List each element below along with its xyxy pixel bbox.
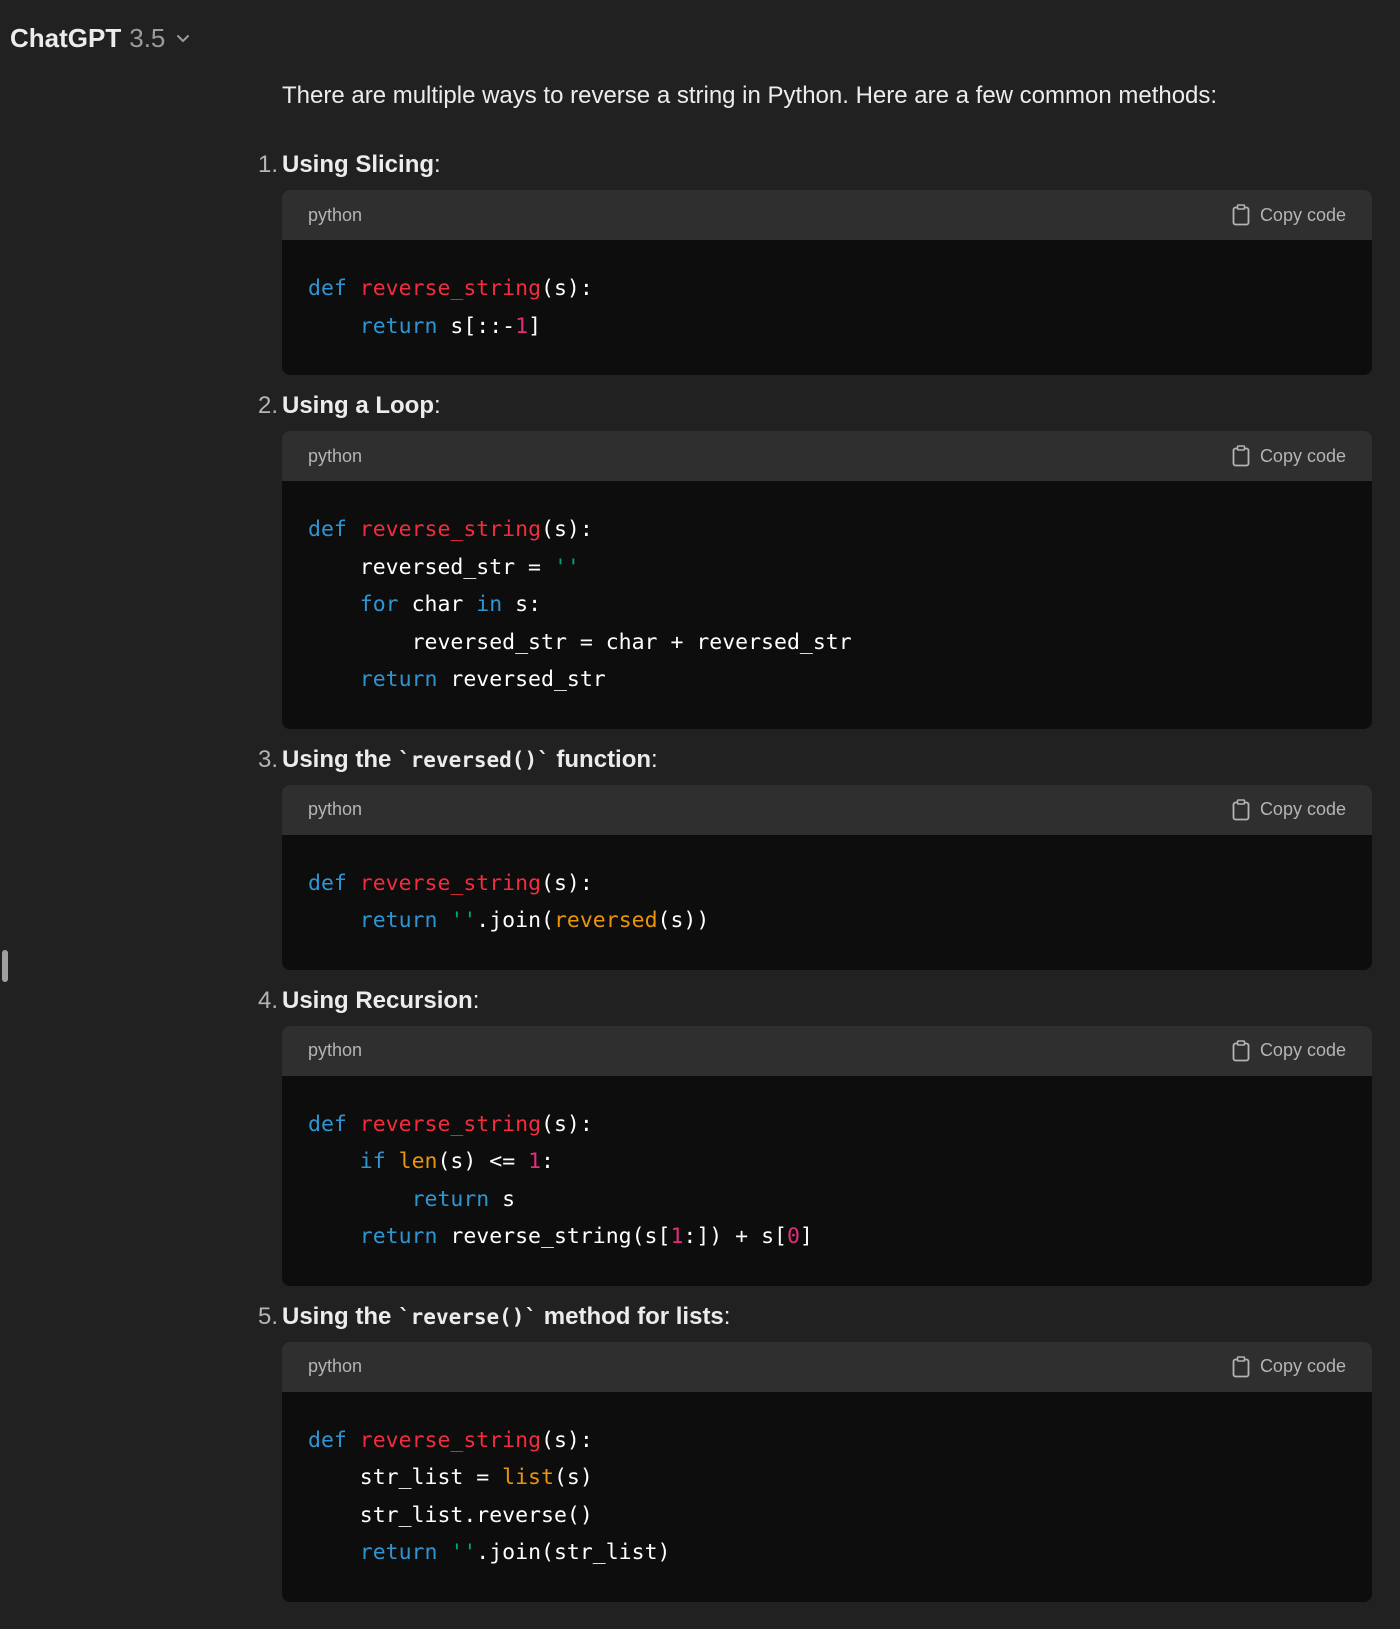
list-item-heading: 5. Using the `reverse()` method for list…	[258, 1292, 1372, 1342]
list-item: 1. Using Slicing: python Copy code def r…	[258, 140, 1372, 375]
code-header: python Copy code	[282, 190, 1372, 240]
list-item-heading: 1. Using Slicing:	[258, 140, 1372, 190]
model-version: 3.5	[129, 22, 166, 53]
code-block: python Copy code def reverse_string(s): …	[282, 1341, 1372, 1602]
list-item: 2. Using a Loop: python Copy code def re…	[258, 381, 1372, 729]
copy-code-label: Copy code	[1259, 204, 1346, 225]
clipboard-icon	[1232, 445, 1250, 467]
list-number: 3.	[258, 745, 279, 773]
item-title: Using Recursion:	[282, 986, 480, 1014]
copy-code-label: Copy code	[1259, 1040, 1346, 1060]
clipboard-icon	[1232, 204, 1250, 226]
sidebar-resize-handle[interactable]	[2, 950, 8, 982]
list-item: 3. Using the `reversed()` function: pyth…	[258, 735, 1372, 970]
copy-code-label: Copy code	[1259, 1356, 1346, 1376]
list-number: 5.	[258, 1302, 279, 1330]
code-content[interactable]: def reverse_string(s): if len(s) <= 1: r…	[282, 1076, 1372, 1286]
code-block: python Copy code def reverse_string(s): …	[282, 1025, 1372, 1286]
copy-code-button[interactable]: Copy code	[1232, 1355, 1346, 1378]
code-header: python Copy code	[282, 1025, 1372, 1076]
item-title: Using the `reversed()` function:	[282, 745, 658, 773]
code-header: python Copy code	[282, 431, 1372, 481]
list-item-heading: 3. Using the `reversed()` function:	[258, 735, 1372, 785]
clipboard-icon	[1232, 798, 1250, 820]
code-block: python Copy code def reverse_string(s): …	[282, 431, 1372, 729]
list-number: 4.	[258, 986, 279, 1014]
copy-code-button[interactable]: Copy code	[1232, 1039, 1346, 1062]
clipboard-icon	[1232, 1355, 1250, 1377]
list-item-heading: 4. Using Recursion:	[258, 976, 1372, 1026]
assistant-message: There are multiple ways to reverse a str…	[258, 74, 1372, 1608]
list-item-heading: 2. Using a Loop:	[258, 381, 1372, 431]
code-language: python	[308, 799, 363, 819]
chevron-down-icon	[175, 30, 191, 46]
code-header: python Copy code	[282, 784, 1372, 835]
list-item: 5. Using the `reverse()` method for list…	[258, 1292, 1372, 1602]
copy-code-label: Copy code	[1259, 799, 1346, 819]
copy-code-label: Copy code	[1259, 445, 1346, 466]
copy-code-button[interactable]: Copy code	[1232, 445, 1346, 467]
list-number: 2.	[258, 392, 279, 419]
model-selector[interactable]: ChatGPT 3.5	[10, 18, 191, 58]
item-title: Using Slicing:	[282, 151, 441, 178]
code-block: python Copy code def reverse_string(s): …	[282, 190, 1372, 375]
item-title: Using the `reverse()` method for lists:	[282, 1302, 731, 1330]
copy-code-button[interactable]: Copy code	[1232, 204, 1346, 226]
list-item: 4. Using Recursion: python Copy code def…	[258, 976, 1372, 1286]
code-content[interactable]: def reverse_string(s): return ''.join(re…	[282, 835, 1372, 970]
code-language: python	[308, 1356, 363, 1376]
intro-text: There are multiple ways to reverse a str…	[282, 82, 1218, 109]
code-language: python	[308, 204, 363, 225]
code-content[interactable]: def reverse_string(s): reversed_str = ''…	[282, 481, 1372, 729]
code-header: python Copy code	[282, 1341, 1372, 1392]
copy-code-button[interactable]: Copy code	[1232, 798, 1346, 821]
code-language: python	[308, 445, 363, 466]
code-block: python Copy code def reverse_string(s): …	[282, 784, 1372, 970]
code-content[interactable]: def reverse_string(s): return s[::-1]	[282, 240, 1372, 375]
item-title: Using a Loop:	[282, 392, 441, 419]
clipboard-icon	[1232, 1039, 1250, 1061]
app-title: ChatGPT	[10, 22, 122, 53]
code-content[interactable]: def reverse_string(s): str_list = list(s…	[282, 1392, 1372, 1602]
list-number: 1.	[258, 151, 279, 178]
code-language: python	[308, 1040, 363, 1060]
